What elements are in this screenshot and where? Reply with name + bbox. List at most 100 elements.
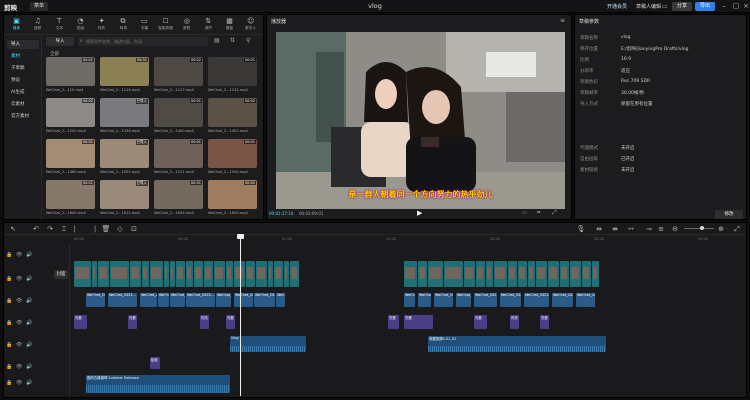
ratio-icon[interactable]: ▭ — [522, 210, 527, 216]
video-clip[interactable] — [560, 261, 569, 287]
effect-clip[interactable]: 光晕 — [226, 315, 235, 329]
player-menu-icon[interactable]: ≡ — [560, 17, 565, 24]
search-input[interactable]: 搜索文件名称、描述内容、台词 — [78, 37, 208, 46]
sidebar-item-5[interactable]: AI生成 — [7, 88, 39, 97]
video-clip[interactable] — [214, 261, 225, 287]
media-item[interactable]: 00:01 WeChat_2...1114.mp4 — [100, 57, 149, 96]
sidebar-item-4[interactable]: 预设 — [7, 76, 39, 85]
export-button[interactable]: 导出 — [695, 2, 715, 11]
media-item[interactable]: 00:01 WeChat_2...1400.mp4 — [154, 98, 203, 137]
video-clip[interactable] — [536, 261, 547, 287]
video-clip[interactable] — [284, 261, 289, 287]
tool-tab-8[interactable]: ☐ 智能剪辑 — [155, 17, 176, 34]
tool-tab-12[interactable]: ☺ 数字人 — [240, 17, 261, 34]
video-clip[interactable] — [518, 261, 527, 287]
media-item[interactable]: 00:02 WeChat_2...1127.mp4 — [154, 57, 203, 96]
text-clip[interactable]: WeChat_2023... — [418, 293, 431, 307]
effect-clip[interactable]: 光晕 — [388, 315, 399, 329]
video-clip[interactable] — [92, 261, 97, 287]
text-clip[interactable]: WeChat_2023... — [158, 293, 169, 307]
effect-clip[interactable]: 闪光 — [510, 315, 519, 329]
effect-clip[interactable]: 光晕 — [128, 315, 137, 329]
video-clip[interactable] — [246, 261, 255, 287]
video-clip[interactable] — [494, 261, 507, 287]
crop-icon[interactable]: ⌗ — [537, 209, 540, 217]
sidebar-item-3[interactable]: 子草稿 — [7, 64, 39, 73]
video-clip[interactable] — [582, 261, 591, 287]
text-clip[interactable]: WeChat_2023... — [276, 293, 285, 307]
tool-tab-10[interactable]: ⇅ 调节 — [198, 17, 219, 34]
video-clip[interactable] — [74, 261, 91, 287]
audio-clip[interactable]: Vlog — [230, 336, 306, 352]
collab-link[interactable]: 草稿人编辑 — [636, 3, 661, 10]
playhead[interactable] — [240, 236, 241, 396]
media-item[interactable]: 已导入 WeChat_2...1502.mp4 — [100, 139, 149, 178]
video-clip[interactable] — [176, 261, 185, 287]
text-clip[interactable]: WeChat_2023... — [524, 293, 549, 307]
sidebar-item-6[interactable]: 云素材 — [7, 100, 39, 109]
media-item[interactable]: 00:01 WeChat_2...1540.mp4 — [208, 139, 257, 178]
tool-tab-1[interactable]: ▣ 媒体 — [6, 17, 27, 34]
video-clip[interactable] — [592, 261, 599, 287]
filter-icon[interactable]: ⚲ — [246, 37, 250, 44]
text-clip[interactable]: WeChat_2023... — [216, 293, 231, 307]
tool-tab-5[interactable]: ✦ 特效 — [91, 17, 112, 34]
media-item[interactable]: 00:01 WeChat_2...1634.mp4 — [154, 180, 203, 219]
music-clip[interactable]: 国风古典钢琴 Summer Embrace — [86, 375, 230, 393]
sort-icon[interactable]: ⇅ — [230, 37, 235, 44]
video-clip[interactable] — [130, 261, 141, 287]
video-clip[interactable] — [418, 261, 427, 287]
video-clip[interactable] — [428, 261, 443, 287]
text-clip[interactable]: WeChat_2023... — [456, 293, 471, 307]
edit-button[interactable]: 修改 — [715, 210, 743, 219]
video-preview[interactable]: 是一群人朝着同一个方向努力的热乎劲儿 — [276, 32, 565, 209]
tool-tab-7[interactable]: ▭ 字幕 — [134, 17, 155, 34]
video-clip[interactable] — [98, 261, 109, 287]
tool-tab-3[interactable]: T 文本 — [49, 17, 70, 34]
vip-link[interactable]: 开通会员 — [607, 3, 627, 10]
text-clip[interactable]: WeChat_2023... — [140, 293, 157, 307]
video-clip[interactable] — [444, 261, 463, 287]
text-clip[interactable]: WeChat_2023... — [500, 293, 521, 307]
text-clip[interactable]: WeChat_2023... — [234, 293, 253, 307]
minimize-icon[interactable]: – — [718, 1, 730, 12]
text-clip[interactable]: WeChat_2023... — [170, 293, 185, 307]
text-clip[interactable]: WeChat_2023... — [404, 293, 415, 307]
video-clip[interactable] — [268, 261, 273, 287]
text-clip[interactable]: WeChat_2023... — [108, 293, 137, 307]
video-clip[interactable] — [194, 261, 203, 287]
text-clip[interactable]: WeChat_2023... — [86, 293, 105, 307]
import-button[interactable]: 导入 — [46, 37, 74, 46]
video-clip[interactable] — [464, 261, 475, 287]
cover-button[interactable]: 封面 — [54, 270, 68, 279]
effect-clip[interactable]: 闪光 — [200, 315, 209, 329]
sidebar-item-2[interactable]: 素材 — [7, 52, 39, 61]
tool-tab-2[interactable]: ♫ 音频 — [27, 17, 48, 34]
video-clip[interactable] — [170, 261, 175, 287]
video-clip[interactable] — [528, 261, 535, 287]
media-item[interactable]: 00:01 WeChat_2...1600.mp4 — [46, 180, 95, 219]
effect-clip[interactable]: 光晕 — [404, 315, 433, 329]
video-clip[interactable] — [186, 261, 193, 287]
video-clip[interactable] — [256, 261, 267, 287]
video-clip[interactable] — [290, 261, 299, 287]
video-clip[interactable] — [486, 261, 493, 287]
video-clip[interactable] — [274, 261, 283, 287]
media-item[interactable]: 00:01 WeChat_2...1511.mp4 — [154, 139, 203, 178]
text-clip[interactable]: WeChat_2023... — [552, 293, 573, 307]
video-clip[interactable] — [508, 261, 517, 287]
effect-clip[interactable]: 光晕 — [540, 315, 549, 329]
tool-tab-4[interactable]: ◔ 贴纸 — [70, 17, 91, 34]
media-item[interactable]: 00:01 WeChat_2...1460.mp4 — [46, 139, 95, 178]
sticker-clip[interactable]: 贴纸 — [150, 357, 160, 369]
video-clip[interactable] — [570, 261, 581, 287]
tool-tab-11[interactable]: ▦ 模板 — [219, 17, 240, 34]
video-clip[interactable] — [164, 261, 169, 287]
sidebar-item-7[interactable]: 官方素材 — [7, 112, 39, 121]
video-clip[interactable] — [150, 261, 163, 287]
fullscreen-icon[interactable]: ⤢ — [552, 209, 557, 217]
video-clip[interactable] — [204, 261, 213, 287]
effect-clip[interactable]: 光晕 — [74, 315, 87, 329]
close-icon[interactable]: × — [740, 1, 750, 12]
tool-tab-6[interactable]: ⧉ 转场 — [113, 17, 134, 34]
